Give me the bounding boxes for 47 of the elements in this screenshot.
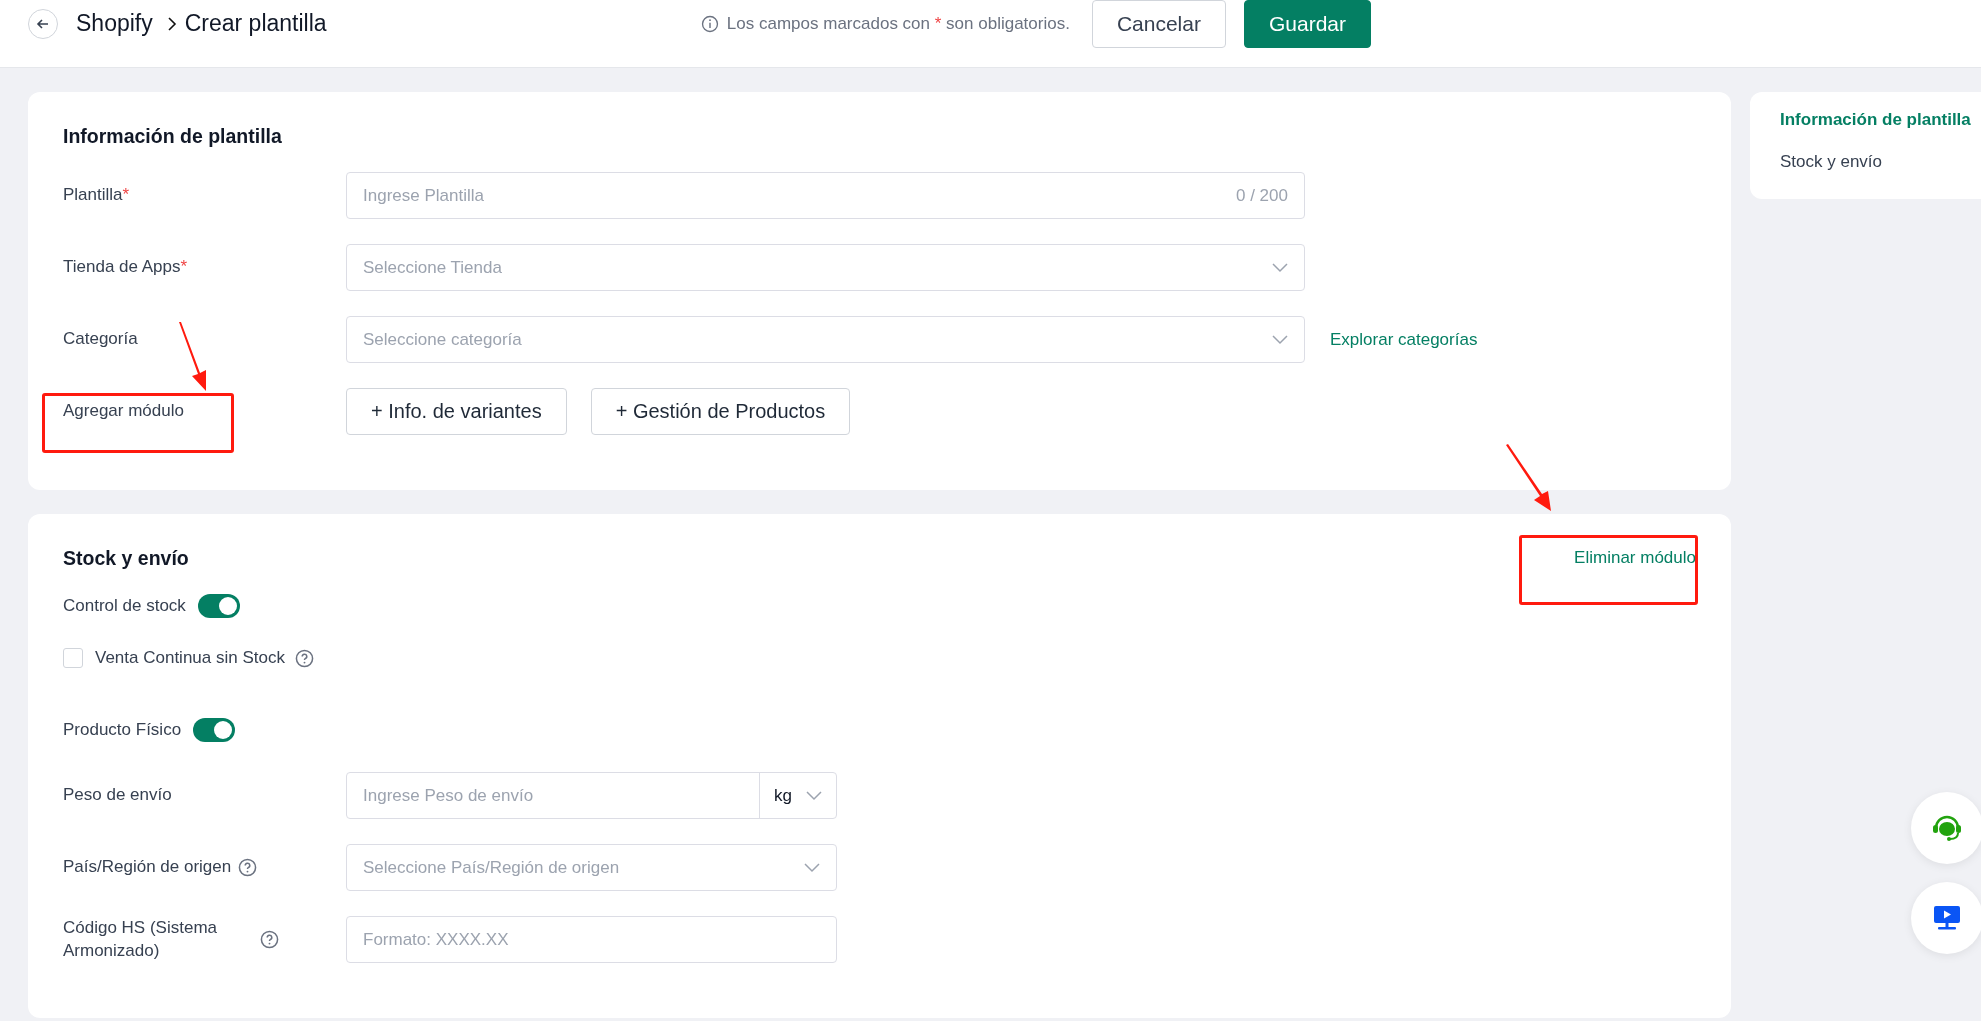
help-icon[interactable] — [294, 648, 314, 668]
chevron-right-icon — [166, 15, 177, 32]
add-module-button[interactable]: + Gestión de Productos — [590, 388, 851, 435]
character-counter: 0 / 200 — [1236, 185, 1288, 206]
toggle-switch[interactable] — [197, 594, 240, 618]
nav-item[interactable]: Información de plantilla — [1780, 110, 1971, 130]
cancel-button[interactable]: Cancelar — [1091, 0, 1226, 48]
section-title: Stock y envío — [63, 546, 189, 570]
save-button[interactable]: Guardar — [1243, 0, 1371, 48]
text-input-field[interactable]: Formato: XXXX.XX — [346, 916, 837, 963]
field-label: Categoría — [63, 328, 138, 351]
field-label: Peso de envío — [63, 784, 172, 807]
select-field[interactable]: Seleccione Tienda — [346, 244, 1305, 291]
headset-chat-icon — [1931, 814, 1963, 842]
weight-input-field[interactable]: Ingrese Peso de envío kg — [346, 772, 837, 819]
field-label: Agregar módulo — [63, 400, 184, 423]
select-field[interactable]: Seleccione País/Región de origen — [346, 844, 837, 891]
remove-module-link[interactable]: Eliminar módulo — [1574, 548, 1696, 568]
select-field[interactable]: Seleccione categoría — [346, 316, 1305, 363]
field-label: Control de stock — [63, 596, 186, 616]
required-fields-note: Los campos marcados con * son obligatorios. — [726, 13, 1070, 34]
field-label: Código HS (Sistema Armonizado) — [63, 917, 218, 962]
checkbox-label: Venta Continua sin Stock — [95, 648, 285, 668]
chevron-down-icon — [806, 790, 822, 801]
section-title: Información de plantilla — [63, 124, 282, 148]
chevron-down-icon — [804, 862, 820, 873]
field-label: Producto Físico — [63, 720, 182, 740]
info-icon — [700, 14, 719, 33]
annotation-arrow — [1506, 444, 1552, 512]
add-module-button[interactable]: + Info. de variantes — [346, 388, 567, 435]
chevron-down-icon — [1272, 262, 1288, 273]
help-icon[interactable] — [238, 858, 258, 877]
explore-categories-link[interactable]: Explorar categorías — [1330, 329, 1478, 350]
back-button[interactable] — [28, 8, 58, 39]
help-icon[interactable] — [260, 930, 279, 949]
monitor-play-icon — [1933, 905, 1961, 931]
checkbox[interactable] — [63, 648, 83, 668]
toggle-switch[interactable] — [193, 718, 236, 742]
annotation-arrow — [178, 322, 208, 392]
breadcrumb-link[interactable]: Shopify — [76, 10, 153, 37]
unit-select[interactable]: kg — [759, 773, 836, 818]
chevron-down-icon — [1272, 334, 1288, 345]
nav-item[interactable]: Stock y envío — [1780, 152, 1883, 172]
field-label: País/Región de origen — [63, 856, 232, 879]
page-title: Crear plantilla — [184, 10, 327, 37]
field-label: Tienda de Apps* — [63, 256, 188, 279]
field-label: Plantilla* — [63, 184, 130, 207]
